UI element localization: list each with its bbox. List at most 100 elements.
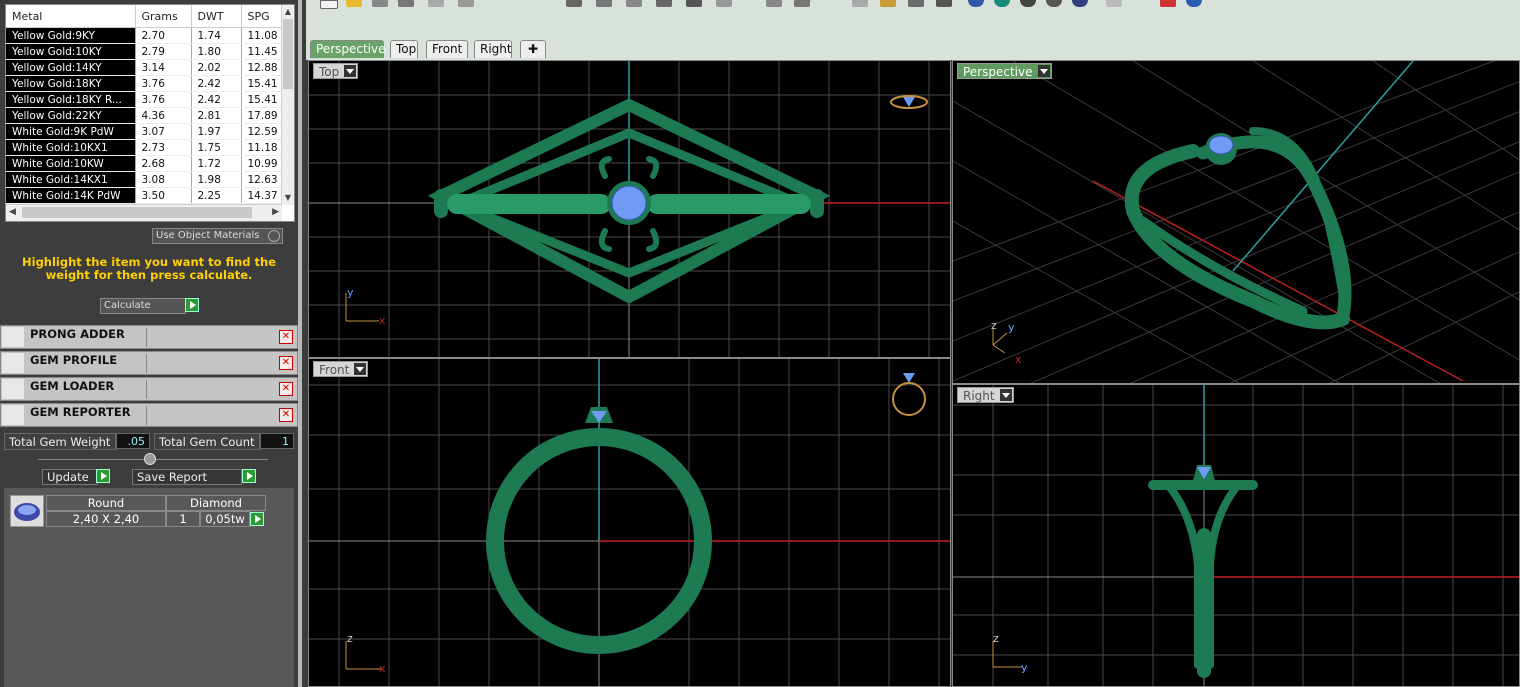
right-gizmo-z-label: z <box>993 632 999 645</box>
gem-count: 1 <box>166 511 200 527</box>
scroll-left-arrow-icon[interactable]: ◀ <box>9 207 16 217</box>
metal-weight-table[interactable]: Metal Grams DWT SPG Yellow Gold:9KY 2.70 1… <box>5 4 295 222</box>
plugin-gem-profile[interactable]: GEM PROFILE ✕ <box>0 351 298 375</box>
viewport-menu-arrow-icon[interactable] <box>344 65 357 77</box>
metal-row[interactable]: White Gold:14K PdW 3.50 2.25 14.37 <box>6 187 289 204</box>
ghost-icon[interactable] <box>1046 0 1062 7</box>
viewport-menu-arrow-icon[interactable] <box>999 389 1012 401</box>
header-metal[interactable]: Metal <box>6 5 136 28</box>
save-report-field[interactable]: Save Report <box>132 469 242 485</box>
light-icon[interactable] <box>936 0 952 7</box>
tab-right[interactable]: Right <box>474 40 512 58</box>
render-sphere-icon[interactable] <box>968 0 984 7</box>
plugin-gem-reporter[interactable]: GEM REPORTER ✕ <box>0 403 298 427</box>
plugin-gem-loader[interactable]: GEM LOADER ✕ <box>0 377 298 401</box>
perspective-x-axis <box>1092 180 1464 382</box>
weight-hint-text: Highlight the item you want to find the … <box>22 255 276 282</box>
metal-name: Yellow Gold:18KY <box>6 75 136 92</box>
close-icon[interactable]: ✕ <box>279 356 293 370</box>
viewport-front[interactable]: z x Front <box>308 358 951 687</box>
calculate-button[interactable] <box>185 298 199 312</box>
metal-row[interactable]: Yellow Gold:10KY 2.79 1.80 11.45 <box>6 43 289 60</box>
metal-grams: 3.14 <box>135 59 192 76</box>
plugin-divider <box>146 406 147 425</box>
wireframe-icon[interactable] <box>852 0 868 7</box>
scroll-up-arrow-icon[interactable]: ▲ <box>283 6 293 18</box>
plugin-label: GEM LOADER <box>30 379 115 393</box>
metal-row[interactable]: Yellow Gold:18KY 3.76 2.42 15.41 <box>6 75 289 92</box>
metal-row[interactable]: Yellow Gold:22KY 4.36 2.81 17.89 <box>6 107 289 124</box>
options-icon[interactable] <box>1106 0 1122 7</box>
scroll-right-arrow-icon[interactable]: ▶ <box>272 207 279 217</box>
cut-icon[interactable] <box>458 0 474 7</box>
metal-table-vscrollbar[interactable]: ▲ ▼ <box>281 5 294 205</box>
open-folder-icon[interactable] <box>346 0 362 7</box>
help-icon[interactable] <box>1186 0 1202 7</box>
metal-row[interactable]: White Gold:9K PdW 3.07 1.97 12.59 <box>6 123 289 140</box>
save-report-button[interactable] <box>242 469 256 483</box>
environment-sphere-icon[interactable] <box>994 0 1010 7</box>
persp-gizmo-y-label: y <box>1008 321 1015 334</box>
viewport-right[interactable]: z y Right <box>952 384 1520 687</box>
viewport-top-label[interactable]: Top <box>313 63 359 79</box>
viewport-top[interactable]: y x Top <box>308 60 951 358</box>
plugin-divider <box>146 328 147 347</box>
grid-icon[interactable] <box>766 0 782 7</box>
scroll-down-arrow-icon[interactable]: ▼ <box>283 192 293 204</box>
header-dwt[interactable]: DWT <box>191 5 242 28</box>
viewport-menu-arrow-icon[interactable] <box>1037 65 1050 77</box>
tool-icon[interactable] <box>1160 0 1176 7</box>
globe-icon[interactable] <box>1072 0 1088 7</box>
viewport-perspective-label[interactable]: Perspective <box>957 63 1052 79</box>
material-icon[interactable] <box>880 0 896 7</box>
close-icon[interactable]: ✕ <box>279 382 293 396</box>
update-label: Update <box>47 470 89 484</box>
gem-thumbnail[interactable] <box>10 495 44 527</box>
metal-row[interactable]: White Gold:10KX1 2.73 1.75 11.18 <box>6 139 289 156</box>
undo-icon[interactable] <box>428 0 444 7</box>
zoom-selected-icon[interactable] <box>716 0 732 7</box>
slider-handle[interactable] <box>144 453 156 465</box>
hscroll-thumb[interactable] <box>22 207 252 218</box>
gem-size: 2,40 X 2,40 <box>46 511 166 527</box>
new-file-icon[interactable] <box>320 0 338 9</box>
close-icon[interactable]: ✕ <box>279 408 293 422</box>
metal-row[interactable]: White Gold:14KX1 3.08 1.98 12.63 <box>6 171 289 188</box>
camera-icon[interactable] <box>1020 0 1036 7</box>
vscroll-thumb[interactable] <box>283 19 293 89</box>
pan-icon[interactable] <box>566 0 582 7</box>
tab-perspective[interactable]: Perspective <box>310 40 386 58</box>
shaded-icon[interactable] <box>908 0 924 7</box>
viewport-front-label[interactable]: Front <box>313 361 369 377</box>
add-tab-plus-icon[interactable]: ✚ <box>520 40 546 58</box>
metal-row[interactable]: Yellow Gold:18KY R... 3.76 2.42 15.41 <box>6 91 289 108</box>
persp-gizmo-x <box>992 344 1006 354</box>
prong-adder-icon <box>2 327 24 347</box>
update-field[interactable]: Update <box>42 469 98 485</box>
zoom-icon[interactable] <box>626 0 642 7</box>
metal-table-hscrollbar[interactable]: ◀ ▶ <box>6 204 282 221</box>
use-object-materials-dropdown[interactable]: Use Object Materials <box>152 228 283 244</box>
snap-icon[interactable] <box>794 0 810 7</box>
metal-row[interactable]: White Gold:10KW 2.68 1.72 10.99 <box>6 155 289 172</box>
metal-row[interactable]: Yellow Gold:14KY 3.14 2.02 12.88 <box>6 59 289 76</box>
viewport-right-label[interactable]: Right <box>957 387 1014 403</box>
close-icon[interactable]: ✕ <box>279 330 293 344</box>
gem-select-button[interactable] <box>250 512 264 526</box>
zoom-extents-icon[interactable] <box>686 0 702 7</box>
save-icon[interactable] <box>372 0 388 7</box>
tab-top[interactable]: Top <box>390 40 418 58</box>
print-icon[interactable] <box>398 0 414 7</box>
header-grams[interactable]: Grams <box>135 5 192 28</box>
metal-dwt: 2.02 <box>191 59 242 76</box>
viewport-perspective[interactable]: z y x Perspective <box>952 60 1520 384</box>
tab-front[interactable]: Front <box>426 40 468 58</box>
front-navcube-ring-icon[interactable] <box>892 382 926 416</box>
calculate-field[interactable]: Calculate <box>100 298 186 314</box>
viewport-menu-arrow-icon[interactable] <box>354 363 367 375</box>
metal-row[interactable]: Yellow Gold:9KY 2.70 1.74 11.08 <box>6 27 289 44</box>
update-button[interactable] <box>96 469 110 483</box>
zoom-window-icon[interactable] <box>656 0 672 7</box>
plugin-prong-adder[interactable]: PRONG ADDER ✕ <box>0 325 298 349</box>
rotate-icon[interactable] <box>596 0 612 7</box>
